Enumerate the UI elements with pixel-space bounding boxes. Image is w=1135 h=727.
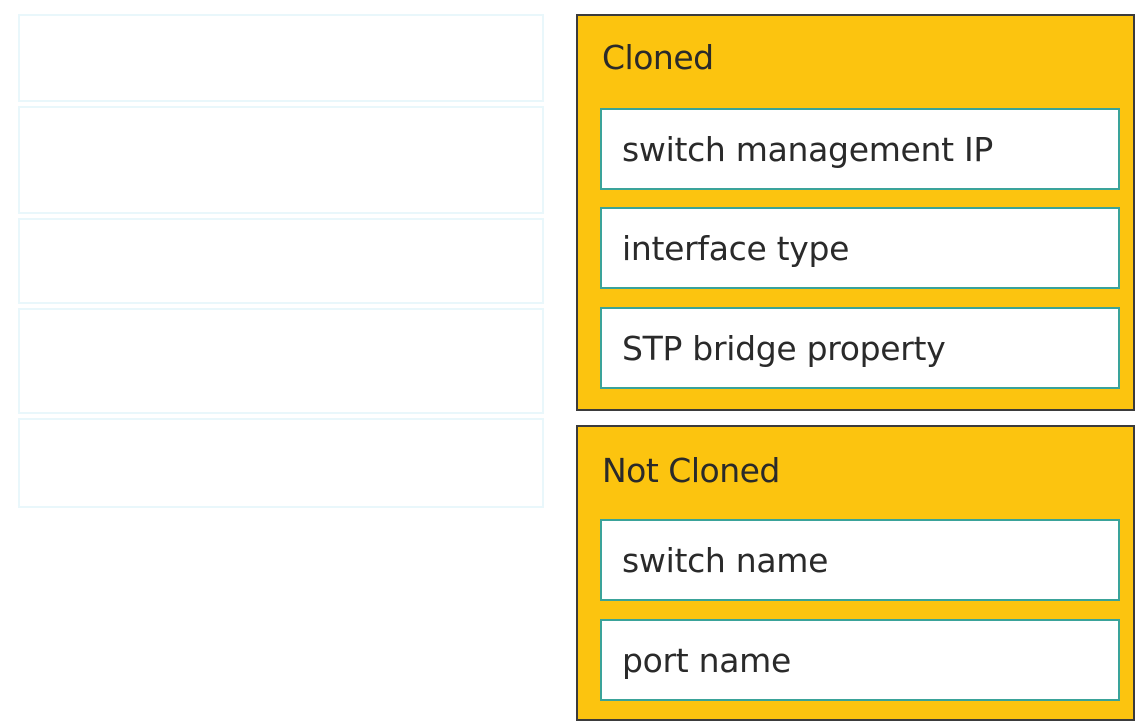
not-cloned-group-title: Not Cloned [602, 451, 780, 490]
answer-slot-1[interactable] [18, 14, 544, 102]
cloned-group: Cloned switch management IP interface ty… [576, 14, 1135, 411]
answer-slot-4[interactable] [18, 308, 544, 414]
drag-item-interface-type[interactable]: interface type [600, 207, 1120, 289]
cloned-group-title: Cloned [602, 38, 714, 77]
answer-slots [18, 14, 544, 512]
answer-slot-2[interactable] [18, 106, 544, 214]
drag-item-port-name[interactable]: port name [600, 619, 1120, 701]
drag-item-switch-management-ip[interactable]: switch management IP [600, 108, 1120, 190]
drag-item-switch-name[interactable]: switch name [600, 519, 1120, 601]
drag-item-stp-bridge-property[interactable]: STP bridge property [600, 307, 1120, 389]
not-cloned-group: Not Cloned switch name port name [576, 425, 1135, 721]
answer-slot-3[interactable] [18, 218, 544, 304]
answer-slot-5[interactable] [18, 418, 544, 508]
